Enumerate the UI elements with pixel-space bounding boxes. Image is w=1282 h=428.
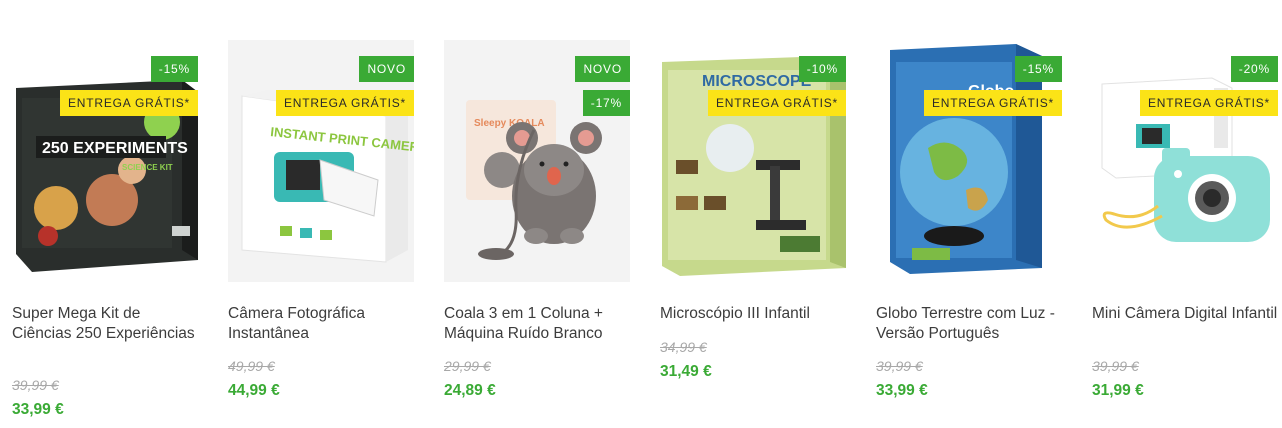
- new-badge: NOVO: [359, 56, 414, 82]
- product-card[interactable]: 250 EXPERIMENTS SCIENCE KIT -15% ENTREGA…: [12, 40, 198, 420]
- box-label: 250 EXPERIMENTS: [42, 140, 188, 157]
- current-price: 33,99 €: [12, 401, 64, 418]
- old-price: 39,99 €: [12, 377, 59, 393]
- box-label: Sleepy KOALA: [474, 118, 545, 129]
- product-title[interactable]: Super Mega Kit de Ciências 250 Experiênc…: [12, 304, 198, 343]
- product-title[interactable]: Microscópio III Infantil: [660, 304, 846, 324]
- product-card[interactable]: Globo -15% ENTREGA GRÁTIS* Globo Terrest…: [876, 40, 1062, 420]
- free-shipping-badge: ENTREGA GRÁTIS*: [1139, 90, 1278, 116]
- old-price: 39,99 €: [1092, 358, 1139, 374]
- discount-badge: -17%: [582, 90, 630, 116]
- new-badge: NOVO: [575, 56, 630, 82]
- svg-text:SCIENCE KIT: SCIENCE KIT: [122, 163, 173, 172]
- discount-badge: -10%: [798, 56, 846, 82]
- discount-badge: -15%: [150, 56, 198, 82]
- product-title[interactable]: Mini Câmera Digital Infantil: [1092, 304, 1278, 324]
- current-price: 24,89 €: [444, 382, 496, 399]
- free-shipping-badge: ENTREGA GRÁTIS*: [923, 90, 1062, 116]
- current-price: 44,99 €: [228, 382, 280, 399]
- product-card[interactable]: -20% ENTREGA GRÁTIS* Mini Câmera Digital…: [1092, 40, 1278, 420]
- current-price: 31,99 €: [1092, 382, 1144, 399]
- old-price: 49,99 €: [228, 358, 275, 374]
- old-price: 34,99 €: [660, 339, 707, 355]
- discount-badge: -15%: [1014, 56, 1062, 82]
- discount-badge: -20%: [1230, 56, 1278, 82]
- box-label: MICROSCOPE: [702, 73, 812, 90]
- product-title[interactable]: Coala 3 em 1 Coluna + Máquina Ruído Bran…: [444, 304, 630, 343]
- current-price: 31,49 €: [660, 363, 712, 380]
- current-price: 33,99 €: [876, 382, 928, 399]
- product-title[interactable]: Câmera Fotográfica Instantânea: [228, 304, 414, 343]
- old-price: 39,99 €: [876, 358, 923, 374]
- product-card[interactable]: INSTANT PRINT CAMERA NOVO ENTREGA GRÁTIS…: [228, 40, 414, 420]
- product-grid: 250 EXPERIMENTS SCIENCE KIT -15% ENTREGA…: [12, 40, 1278, 420]
- free-shipping-badge: ENTREGA GRÁTIS*: [275, 90, 414, 116]
- old-price: 29,99 €: [444, 358, 491, 374]
- free-shipping-badge: ENTREGA GRÁTIS*: [59, 90, 198, 116]
- product-card[interactable]: Sleepy KOALA NOVO -17% Coala 3 em 1 Colu…: [444, 40, 630, 420]
- product-title[interactable]: Globo Terrestre com Luz - Versão Portugu…: [876, 304, 1062, 343]
- product-card[interactable]: MICROSCOPE -10% ENTREGA GRÁTIS* Microscó…: [660, 40, 846, 420]
- free-shipping-badge: ENTREGA GRÁTIS*: [707, 90, 846, 116]
